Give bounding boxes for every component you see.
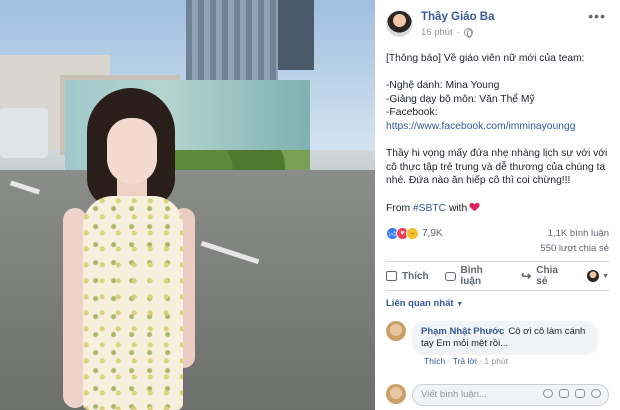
author-name[interactable]: Thầy Giáo Ba [421, 11, 495, 23]
facebook-link[interactable]: https://www.facebook.com/imminayoungg [386, 121, 575, 132]
share-count[interactable]: 550 lượt chia sẻ [540, 241, 609, 256]
heart-icon [470, 203, 479, 212]
post-panel: Thầy Giáo Ba 16 phút · ••• [Thông báo] V… [375, 0, 620, 410]
post-photo[interactable] [0, 0, 375, 410]
comment-icon [444, 271, 456, 281]
hashtag-link[interactable]: #SBTC [413, 203, 446, 214]
audience-selector[interactable]: ▼ [587, 270, 609, 282]
post-notice: [Thông báo] Về giáo viên nữ mới của team… [386, 53, 585, 64]
reactions-summary[interactable]: 👍︎ ♥ ⌣ 7,9K [386, 227, 443, 240]
comment-composer: Viết bình luận... [386, 382, 609, 406]
from-prefix: From [386, 202, 413, 214]
share-button[interactable]: ↪ Chia sẻ [521, 265, 571, 287]
post-stats: 1,1K bình luận 550 lượt chia sẻ [540, 226, 609, 256]
post-header: Thầy Giáo Ba 16 phút · ••• [375, 0, 620, 44]
sort-label: Liên quan nhất [386, 298, 454, 309]
gif-icon[interactable] [575, 389, 585, 398]
divider [386, 261, 609, 262]
share-icon: ↪ [521, 269, 532, 283]
chevron-down-icon: ▼ [456, 301, 464, 308]
avatar [587, 270, 600, 282]
thumbs-up-icon [386, 271, 397, 281]
photo-van [0, 108, 48, 158]
comment-sort[interactable]: Liên quan nhất ▼ [386, 298, 463, 309]
photo-person [55, 88, 205, 410]
post-line-name: -Nghệ danh: Mina Young [386, 80, 500, 92]
composer-icons [543, 389, 601, 398]
post-from: From #SBTC with [386, 202, 614, 216]
like-label: Thích [402, 270, 429, 282]
author-avatar[interactable] [386, 10, 413, 37]
more-options-icon[interactable]: ••• [588, 8, 606, 24]
camera-icon[interactable] [559, 389, 569, 398]
comment-reply-link[interactable]: Trả lời [453, 356, 477, 366]
commenter-avatar[interactable] [386, 321, 406, 341]
post-actions: Thích Bình luận ↪ Chia sẻ ▼ [386, 263, 609, 289]
comment-bubble: Phạm Nhật Phước Cô ơi cô làm cánh tay Em … [412, 321, 598, 355]
comment-label: Bình luận [460, 265, 483, 287]
person-face [107, 118, 157, 184]
sticker-icon[interactable] [591, 389, 601, 398]
comment-meta: Thích · Trả lời · 1 phút [424, 356, 509, 366]
chevron-down-icon: ▼ [602, 272, 609, 280]
post-line-subject: -Giảng dạy bộ môn: Văn Thể Mỹ [386, 93, 535, 105]
post-time: 16 phút · [421, 27, 473, 38]
comment-button[interactable]: Bình luận [444, 265, 506, 287]
post-line-facebook: -Facebook: https://www.facebook.com/immi… [386, 106, 614, 133]
comment-count[interactable]: 1,1K bình luận [540, 226, 609, 241]
reaction-count[interactable]: 7,9K [422, 228, 443, 239]
like-button[interactable]: Thích [386, 271, 429, 282]
haha-icon: ⌣ [406, 227, 419, 240]
facebook-label: -Facebook: [386, 107, 438, 119]
post-body: [Thông báo] Về giáo viên nữ mới của team… [386, 52, 614, 215]
commenter-name[interactable]: Phạm Nhật Phước [421, 326, 504, 337]
person-dress [83, 196, 183, 410]
comment-time[interactable]: 1 phút [484, 356, 508, 366]
share-label: Chia sẻ [536, 265, 558, 287]
emoji-icon[interactable] [543, 389, 553, 398]
photo-building [278, 0, 314, 70]
comment-like-link[interactable]: Thích [424, 356, 445, 366]
post-time-label[interactable]: 16 phút [421, 27, 453, 38]
divider [386, 290, 609, 291]
from-suffix: with [446, 202, 471, 214]
post-paragraph: Thầy hi vọng mấy đứa nhẹ nhàng lịch sự v… [386, 148, 608, 187]
avatar [386, 384, 406, 404]
globe-icon [463, 28, 473, 38]
